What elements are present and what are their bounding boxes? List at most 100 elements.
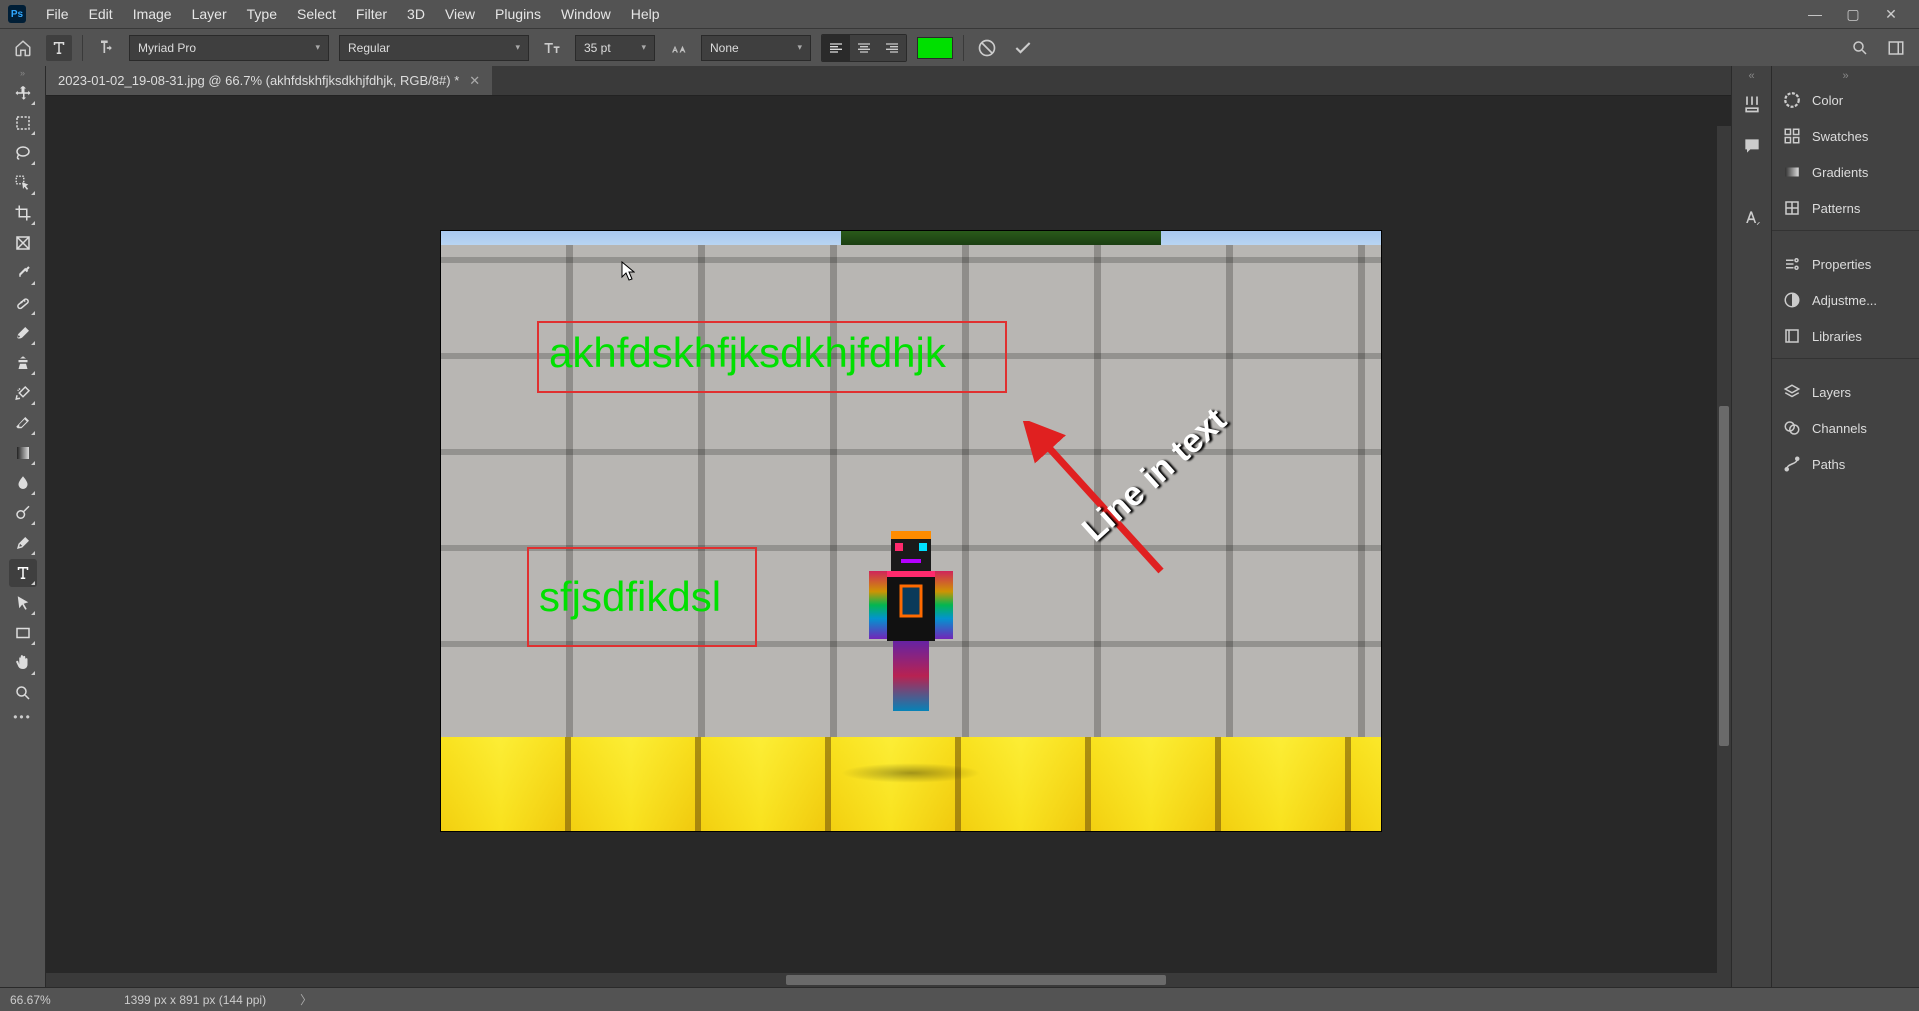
pen-tool[interactable] — [9, 529, 37, 557]
character-panel-icon[interactable] — [1737, 200, 1767, 236]
menu-window[interactable]: Window — [551, 2, 621, 26]
gradients-icon — [1782, 162, 1802, 182]
cancel-edits-icon[interactable] — [974, 35, 1000, 61]
history-brush-tool[interactable] — [9, 379, 37, 407]
eyedropper-tool[interactable] — [9, 259, 37, 287]
panel-adjustments[interactable]: Adjustme... — [1772, 282, 1919, 318]
canvas-viewport[interactable]: akhfdskhfjksdkhjfdhjk sfjsdfikdsl Line i… — [46, 96, 1731, 987]
clone-stamp-tool[interactable] — [9, 349, 37, 377]
font-weight-dropdown[interactable]: Regular▾ — [339, 35, 529, 61]
panel-libraries[interactable]: Libraries — [1772, 318, 1919, 354]
text-color-swatch[interactable] — [917, 37, 953, 59]
minimize-icon[interactable]: — — [1803, 5, 1827, 23]
document-area: 2023-01-02_19-08-31.jpg @ 66.7% (akhfdsk… — [46, 66, 1731, 987]
menu-help[interactable]: Help — [621, 2, 670, 26]
path-selection-tool[interactable] — [9, 589, 37, 617]
canvas[interactable]: akhfdskhfjksdkhjfdhjk sfjsdfikdsl Line i… — [441, 231, 1381, 831]
canvas-grass — [841, 231, 1161, 245]
text-layer-1[interactable]: akhfdskhfjksdkhjfdhjk — [537, 321, 1007, 393]
vertical-scrollbar[interactable] — [1717, 126, 1731, 987]
workspace-icon[interactable] — [1883, 35, 1909, 61]
maximize-icon[interactable]: ▢ — [1841, 5, 1865, 23]
quick-select-tool[interactable] — [9, 169, 37, 197]
align-center-button[interactable] — [850, 35, 878, 61]
font-size-icon — [539, 35, 565, 61]
text-layer-2[interactable]: sfjsdfikdsl — [527, 547, 757, 647]
type-tool[interactable] — [9, 559, 37, 587]
document-tab[interactable]: 2023-01-02_19-08-31.jpg @ 66.7% (akhfdsk… — [46, 66, 492, 95]
frame-tool[interactable] — [9, 229, 37, 257]
menu-bar: Ps File Edit Image Layer Type Select Fil… — [0, 0, 1919, 28]
font-size-dropdown[interactable]: 35 pt▾ — [575, 35, 655, 61]
gradient-tool[interactable] — [9, 439, 37, 467]
panel-properties[interactable]: Properties — [1772, 246, 1919, 282]
rectangle-tool[interactable] — [9, 619, 37, 647]
text-orientation-icon[interactable] — [93, 35, 119, 61]
blur-tool[interactable] — [9, 469, 37, 497]
scrollbar-thumb[interactable] — [786, 975, 1166, 985]
app-logo-icon: Ps — [8, 5, 26, 23]
menu-view[interactable]: View — [435, 2, 485, 26]
align-right-button[interactable] — [878, 35, 906, 61]
window-controls: — ▢ ✕ — [1803, 5, 1911, 23]
comments-panel-icon[interactable] — [1737, 128, 1767, 164]
zoom-tool[interactable] — [9, 679, 37, 707]
document-tabs: 2023-01-02_19-08-31.jpg @ 66.7% (akhfdsk… — [46, 66, 1731, 96]
anti-alias-dropdown[interactable]: None▾ — [701, 35, 811, 61]
mouse-cursor-icon — [621, 261, 635, 281]
menu-layer[interactable]: Layer — [182, 2, 237, 26]
right-panels: » Color Swatches Gradients Patterns Prop… — [1771, 66, 1919, 987]
menu-type[interactable]: Type — [237, 2, 287, 26]
panel-channels[interactable]: Channels — [1772, 410, 1919, 446]
brush-tool[interactable] — [9, 319, 37, 347]
dodge-tool[interactable] — [9, 499, 37, 527]
horizontal-scrollbar[interactable] — [46, 973, 1717, 987]
status-arrow-icon[interactable]: 〉 — [300, 991, 312, 1008]
adjustments-icon — [1782, 290, 1802, 310]
panel-color[interactable]: Color — [1772, 82, 1919, 118]
toolbar-expand-icon[interactable]: » — [0, 68, 45, 78]
minecraft-character — [851, 531, 971, 791]
healing-brush-tool[interactable] — [9, 289, 37, 317]
lasso-tool[interactable] — [9, 139, 37, 167]
edit-toolbar-icon[interactable]: ••• — [9, 709, 37, 725]
panel-gradients[interactable]: Gradients — [1772, 154, 1919, 190]
menu-3d[interactable]: 3D — [397, 2, 435, 26]
collapse-strip-icon[interactable]: « — [1732, 70, 1771, 80]
tools-panel: » ••• — [0, 66, 46, 987]
menu-edit[interactable]: Edit — [79, 2, 123, 26]
move-tool[interactable] — [9, 79, 37, 107]
options-bar: Myriad Pro▾ Regular▾ 35 pt▾ None▾ — [0, 28, 1919, 66]
commit-edits-icon[interactable] — [1010, 35, 1036, 61]
document-info[interactable]: 1399 px x 891 px (144 ppi) — [110, 993, 280, 1007]
zoom-level[interactable]: 66.67% — [10, 993, 90, 1007]
close-tab-icon[interactable]: ✕ — [469, 73, 480, 89]
search-icon[interactable] — [1847, 35, 1873, 61]
panel-swatches[interactable]: Swatches — [1772, 118, 1919, 154]
menu-select[interactable]: Select — [287, 2, 346, 26]
menu-filter[interactable]: Filter — [346, 2, 397, 26]
eraser-tool[interactable] — [9, 409, 37, 437]
align-left-button[interactable] — [822, 35, 850, 61]
tool-preset-type-icon[interactable] — [46, 35, 72, 61]
brushes-panel-icon[interactable] — [1737, 86, 1767, 122]
close-icon[interactable]: ✕ — [1879, 5, 1903, 23]
layers-icon — [1782, 382, 1802, 402]
text-align-group — [821, 34, 907, 62]
panel-paths[interactable]: Paths — [1772, 446, 1919, 482]
scrollbar-thumb[interactable] — [1719, 406, 1729, 746]
collapse-panels-icon[interactable]: » — [1772, 70, 1919, 82]
properties-icon — [1782, 254, 1802, 274]
menu-file[interactable]: File — [36, 2, 79, 26]
marquee-tool[interactable] — [9, 109, 37, 137]
panel-layers[interactable]: Layers — [1772, 374, 1919, 410]
paths-icon — [1782, 454, 1802, 474]
home-button[interactable] — [10, 35, 36, 61]
menu-image[interactable]: Image — [123, 2, 182, 26]
collapsed-panels-strip: « — [1731, 66, 1771, 987]
crop-tool[interactable] — [9, 199, 37, 227]
panel-patterns[interactable]: Patterns — [1772, 190, 1919, 226]
font-family-dropdown[interactable]: Myriad Pro▾ — [129, 35, 329, 61]
menu-plugins[interactable]: Plugins — [485, 2, 551, 26]
hand-tool[interactable] — [9, 649, 37, 677]
